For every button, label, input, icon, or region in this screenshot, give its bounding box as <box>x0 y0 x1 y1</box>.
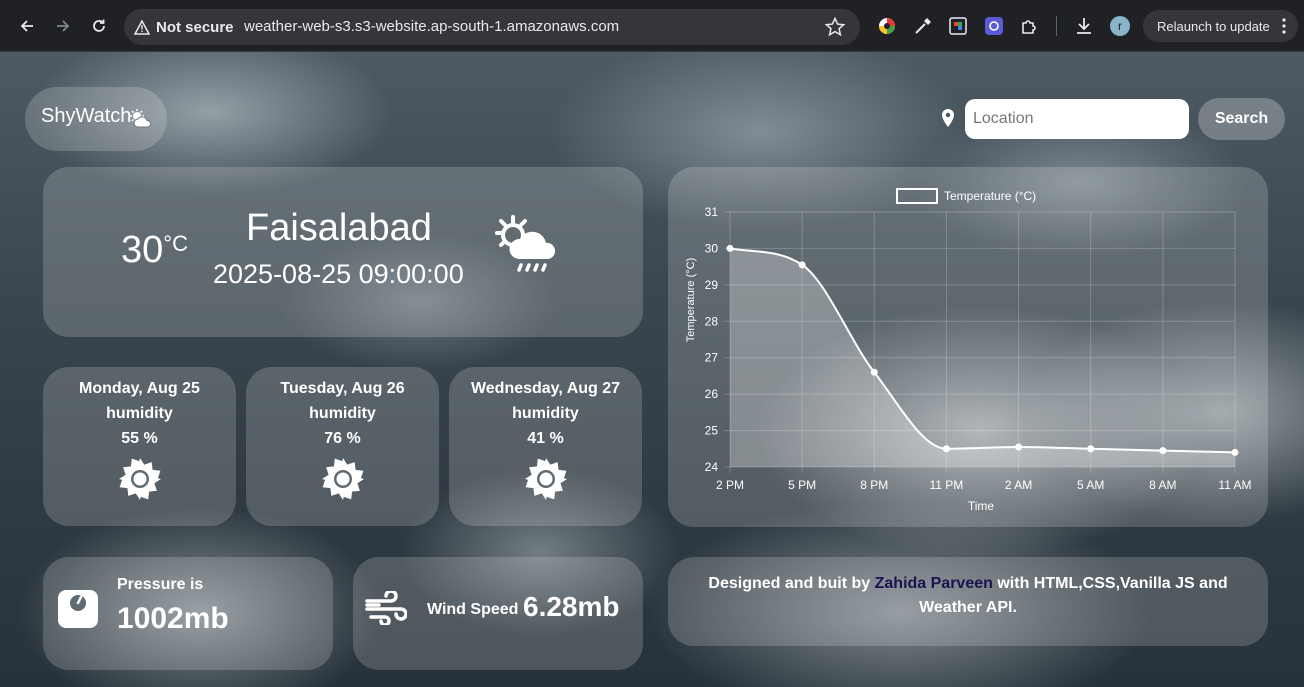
x-tick-label: 8 AM <box>1149 478 1176 492</box>
credits-prefix: Designed and buit by <box>708 575 875 592</box>
back-arrow-icon <box>20 20 33 32</box>
y-tick-label: 28 <box>705 314 719 328</box>
humidity-label: humidity <box>309 405 376 422</box>
puzzle-icon[interactable] <box>1019 15 1041 37</box>
humidity-value: 55 % <box>121 430 158 447</box>
y-tick-label: 25 <box>705 424 719 438</box>
city-name: Faisalabad <box>246 207 432 249</box>
forecast-day: Tuesday, Aug 26 <box>280 380 405 397</box>
y-tick-label: 29 <box>705 278 719 292</box>
reload-button[interactable] <box>85 12 113 40</box>
relaunch-button[interactable]: Relaunch to update <box>1143 10 1298 42</box>
more-vertical-icon <box>1282 18 1286 34</box>
current-temperature: 30°C <box>121 229 188 272</box>
forward-button[interactable] <box>49 12 77 40</box>
y-tick-label: 24 <box>705 460 719 474</box>
temperature-value: 30 <box>121 229 164 271</box>
address-bar[interactable]: Not secure weather-web-s3.s3-website.ap-… <box>124 9 860 45</box>
extension-app-icon[interactable] <box>983 15 1005 37</box>
brand-logo: ShyWatch <box>25 87 167 151</box>
current-weather-card: 30°C Faisalabad 2025-08-25 09:00:00 <box>43 167 643 337</box>
current-datetime: 2025-08-25 09:00:00 <box>213 259 464 289</box>
y-tick-label: 31 <box>705 205 719 219</box>
humidity-label: humidity <box>512 405 579 422</box>
x-axis-ticks: 2 PM 5 PM 8 PM 11 PM 2 AM 5 AM 8 AM 11 AM <box>716 478 1252 492</box>
sun-cloud-icon <box>130 109 152 128</box>
temperature-chart-card: 24 25 26 27 28 29 30 31 2 PM 5 PM 8 PM 11 PM 2 AM 5 … <box>668 167 1268 527</box>
x-tick-label: 8 PM <box>860 478 888 492</box>
url-text[interactable]: weather-web-s3.s3-website.ap-south-1.ama… <box>244 9 619 45</box>
profile-avatar[interactable]: r <box>1110 16 1130 36</box>
x-tick-label: 5 AM <box>1077 478 1104 492</box>
sun-icon <box>524 458 567 500</box>
color-extension-icon[interactable] <box>876 15 898 37</box>
bookmark-star-icon[interactable] <box>824 16 846 38</box>
x-tick-label: 2 AM <box>1005 478 1032 492</box>
author-name: Zahida Parveen <box>874 575 993 592</box>
brand-name: ShyWatch <box>41 105 132 127</box>
humidity-value: 41 % <box>527 430 564 447</box>
forecast-card: Wednesday, Aug 27 humidity 41 % <box>449 367 642 526</box>
forward-arrow-icon <box>57 20 70 32</box>
legend-swatch[interactable] <box>896 188 938 204</box>
x-tick-label: 11 AM <box>1218 478 1251 492</box>
pressure-value: 1002mb <box>117 602 229 635</box>
temperature-line-chart: 24 25 26 27 28 29 30 31 2 PM 5 PM 8 PM 11 PM 2 AM 5 … <box>685 188 1252 513</box>
temperature-unit: °C <box>163 231 188 256</box>
credits-text: Designed and buit by Zahida Parveen with… <box>688 572 1248 620</box>
wind-value: 6.28mb <box>523 591 620 622</box>
humidity-label: humidity <box>106 405 173 422</box>
pressure-label: Pressure is <box>117 576 204 593</box>
x-tick-label: 5 PM <box>788 478 816 492</box>
browser-toolbar: Not secure weather-web-s3.s3-website.ap-… <box>0 0 1304 52</box>
weather-page: ShyWatch Search 30°C Faisalabad 2025-08-… <box>0 52 1304 687</box>
warning-icon <box>134 19 150 35</box>
toolbar-divider <box>1056 16 1057 36</box>
x-tick-label: 11 PM <box>930 478 964 492</box>
data-point[interactable] <box>1087 445 1095 453</box>
download-icon[interactable] <box>1073 15 1095 37</box>
wind-card: Wind Speed 6.28mb <box>353 557 643 670</box>
data-point[interactable] <box>1231 448 1239 456</box>
eyedropper-icon[interactable] <box>912 15 934 37</box>
legend-label[interactable]: Temperature (°C) <box>944 189 1036 203</box>
data-point[interactable] <box>798 261 806 269</box>
data-point[interactable] <box>870 368 878 376</box>
back-button[interactable] <box>13 12 41 40</box>
humidity-value: 76 % <box>324 430 361 447</box>
pressure-card: Pressure is 1002mb <box>43 557 333 670</box>
x-axis-title: Time <box>968 499 995 513</box>
security-indicator[interactable]: Not secure <box>134 9 234 45</box>
location-search-input[interactable] <box>965 99 1189 139</box>
screen-capture-icon[interactable] <box>947 15 969 37</box>
wind-icon <box>365 591 407 625</box>
x-tick-label: 2 PM <box>716 478 744 492</box>
sun-icon <box>321 458 364 500</box>
y-tick-label: 30 <box>705 241 719 255</box>
y-tick-label: 27 <box>705 351 719 365</box>
location-pin-icon <box>942 109 954 127</box>
forecast-day: Monday, Aug 25 <box>79 380 200 397</box>
relaunch-label: Relaunch to update <box>1157 18 1270 34</box>
credits-card: Designed and buit by Zahida Parveen with… <box>668 557 1268 646</box>
data-point[interactable] <box>726 244 734 252</box>
search-button[interactable]: Search <box>1198 98 1285 140</box>
data-point[interactable] <box>942 445 950 453</box>
reload-icon <box>93 19 105 32</box>
scale-gauge-icon <box>58 590 98 628</box>
forecast-card: Tuesday, Aug 26 humidity 76 % <box>246 367 439 526</box>
forecast-card: Monday, Aug 25 humidity 55 % <box>43 367 236 526</box>
forecast-day: Wednesday, Aug 27 <box>470 380 621 397</box>
sun-icon <box>118 458 161 500</box>
data-point[interactable] <box>1159 447 1167 455</box>
security-label: Not secure <box>156 18 234 36</box>
y-axis-ticks: 24 25 26 27 28 29 30 31 <box>705 205 719 474</box>
y-tick-label: 26 <box>705 387 719 401</box>
y-axis-title: Temperature (°C) <box>685 258 697 342</box>
wind-label: Wind Speed <box>427 601 519 618</box>
sun-cloud-rain-icon <box>495 215 556 272</box>
data-point[interactable] <box>1015 443 1023 451</box>
